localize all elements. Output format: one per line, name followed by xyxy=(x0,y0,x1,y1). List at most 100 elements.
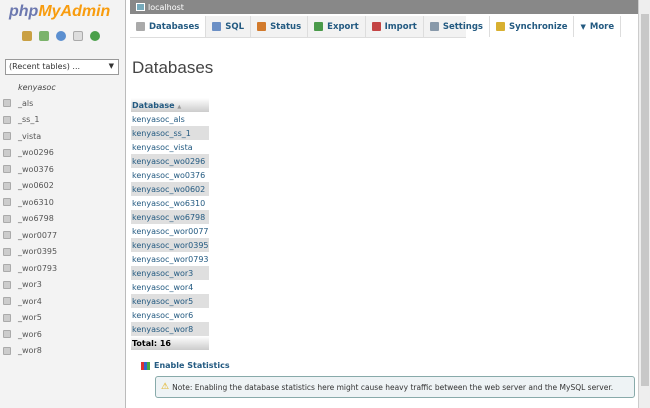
table-icon[interactable] xyxy=(3,280,11,289)
table-row: kenyasoc_wor5 xyxy=(131,294,209,308)
navigation-sidebar: phpMyAdmin (Recent tables) ... ▼ kenyasoc… xyxy=(0,0,126,408)
sidebar-table-item[interactable]: _wor5 xyxy=(3,310,57,327)
table-row: kenyasoc_als xyxy=(131,112,209,126)
table-row: kenyasoc_ss_1 xyxy=(131,126,209,140)
help-icon[interactable] xyxy=(56,31,66,41)
sidebar-table-item[interactable]: _wor0077 xyxy=(3,227,57,244)
table-row: kenyasoc_wo0376 xyxy=(131,168,209,182)
database-link[interactable]: kenyasoc_wor0395 xyxy=(131,238,209,252)
table-icon[interactable] xyxy=(3,346,11,355)
table-name: _wor6 xyxy=(18,329,42,339)
table-icon[interactable] xyxy=(3,297,11,306)
table-name: _wor4 xyxy=(18,296,42,306)
sidebar-table-item[interactable]: _ss_1 xyxy=(3,112,57,129)
status-icon xyxy=(257,22,267,31)
database-link[interactable]: kenyasoc_wo0602 xyxy=(131,182,209,196)
scrollbar-thumb[interactable] xyxy=(641,14,649,386)
warning-icon: ⚠ xyxy=(161,382,170,392)
tab-synchronize[interactable]: Synchronize xyxy=(490,16,575,37)
table-name: _wo0602 xyxy=(18,181,54,191)
table-icon[interactable] xyxy=(3,214,11,223)
database-link[interactable]: kenyasoc_wo0296 xyxy=(131,154,209,168)
sidebar-table-item[interactable]: _wor4 xyxy=(3,293,57,310)
sidebar-table-item[interactable]: _vista xyxy=(3,128,57,145)
tab-databases[interactable]: Databases xyxy=(130,16,207,37)
settings-icon xyxy=(429,22,439,31)
database-name[interactable]: kenyasoc xyxy=(18,83,56,92)
sidebar-table-item[interactable]: _wor6 xyxy=(3,326,57,343)
table-name: _als xyxy=(18,98,34,108)
dropdown-arrow-icon: ▼ xyxy=(108,62,114,70)
tab-bar: Databases SQL Status Export Import Settings Sy… xyxy=(130,16,622,38)
sidebar-table-item[interactable]: _wo0376 xyxy=(3,161,57,178)
tab-import[interactable]: Import xyxy=(366,16,424,37)
database-link[interactable]: kenyasoc_wo0376 xyxy=(131,168,209,182)
database-link[interactable]: kenyasoc_ss_1 xyxy=(131,126,209,140)
table-icon[interactable] xyxy=(3,198,11,207)
tab-settings[interactable]: Settings xyxy=(424,16,490,37)
sidebar-table-item[interactable]: _wo0602 xyxy=(3,178,57,195)
sidebar-table-item[interactable]: _wo6310 xyxy=(3,194,57,211)
database-link[interactable]: kenyasoc_als xyxy=(131,112,209,126)
tab-sql[interactable]: SQL xyxy=(206,16,252,37)
database-link[interactable]: kenyasoc_wor4 xyxy=(131,280,209,294)
sidebar-table-item[interactable]: _wo0296 xyxy=(3,145,57,162)
reload-icon[interactable] xyxy=(90,31,100,41)
server-link[interactable]: localhost xyxy=(148,3,184,12)
sidebar-table-item[interactable]: _wor8 xyxy=(3,343,57,360)
database-column-header[interactable]: Database ▲ xyxy=(131,98,209,112)
databases-table: Database ▲ kenyasoc_als kenyasoc_ss_1 keny… xyxy=(131,98,209,350)
sidebar-table-item[interactable]: _wor3 xyxy=(3,277,57,294)
export-icon xyxy=(314,22,324,31)
table-name: _wo6310 xyxy=(18,197,54,207)
table-icon[interactable] xyxy=(3,330,11,339)
table-icon[interactable] xyxy=(3,148,11,157)
table-name: _wor8 xyxy=(18,346,42,356)
home-icon[interactable] xyxy=(22,31,32,41)
database-link[interactable]: kenyasoc_wor0793 xyxy=(131,252,209,266)
tab-export[interactable]: Export xyxy=(308,16,366,37)
chevron-down-icon: ▼ xyxy=(580,22,586,31)
database-link[interactable]: kenyasoc_wor3 xyxy=(131,266,209,280)
table-icon[interactable] xyxy=(3,264,11,273)
tab-more[interactable]: ▼ More xyxy=(574,16,622,37)
table-icon[interactable] xyxy=(3,132,11,141)
sidebar-table-item[interactable]: _wor0395 xyxy=(3,244,57,261)
database-icon xyxy=(136,22,145,31)
table-row: kenyasoc_wor0793 xyxy=(131,252,209,266)
sidebar-table-item[interactable]: _wo6798 xyxy=(3,211,57,228)
database-link[interactable]: kenyasoc_wor0077 xyxy=(131,224,209,238)
synchronize-icon xyxy=(495,22,505,31)
database-link[interactable]: kenyasoc_wo6798 xyxy=(131,210,209,224)
recent-tables-select[interactable]: (Recent tables) ... ▼ xyxy=(5,59,119,75)
table-icon[interactable] xyxy=(3,313,11,322)
table-icon[interactable] xyxy=(3,165,11,174)
docs-icon[interactable] xyxy=(73,31,83,41)
database-link[interactable]: kenyasoc_wor5 xyxy=(131,294,209,308)
table-row: kenyasoc_wor6 xyxy=(131,308,209,322)
table-row: kenyasoc_wor3 xyxy=(131,266,209,280)
database-link[interactable]: kenyasoc_wor8 xyxy=(131,322,209,336)
table-icon[interactable] xyxy=(3,247,11,256)
tab-status[interactable]: Status xyxy=(251,16,309,37)
database-link[interactable]: kenyasoc_wo6310 xyxy=(131,196,209,210)
logout-icon[interactable] xyxy=(39,31,49,41)
table-row: kenyasoc_wor8 xyxy=(131,322,209,336)
table-row: kenyasoc_wor4 xyxy=(131,280,209,294)
statistics-icon xyxy=(141,361,150,370)
table-icon[interactable] xyxy=(3,231,11,240)
page-title: Databases xyxy=(132,58,214,77)
table-row: kenyasoc_wor0077 xyxy=(131,224,209,238)
sidebar-table-item[interactable]: _wor0793 xyxy=(3,260,57,277)
table-name: _wor0793 xyxy=(18,263,58,273)
database-link[interactable]: kenyasoc_wor6 xyxy=(131,308,209,322)
phpmyadmin-logo[interactable]: phpMyAdmin xyxy=(9,3,110,21)
database-link[interactable]: kenyasoc_vista xyxy=(131,140,209,154)
table-name: _wor3 xyxy=(18,280,42,290)
enable-statistics-link[interactable]: Enable Statistics xyxy=(141,361,230,370)
table-icon[interactable] xyxy=(3,99,11,108)
table-icon[interactable] xyxy=(3,115,11,124)
scrollbar[interactable] xyxy=(638,0,650,408)
table-icon[interactable] xyxy=(3,181,11,190)
sidebar-table-item[interactable]: _als xyxy=(3,95,57,112)
